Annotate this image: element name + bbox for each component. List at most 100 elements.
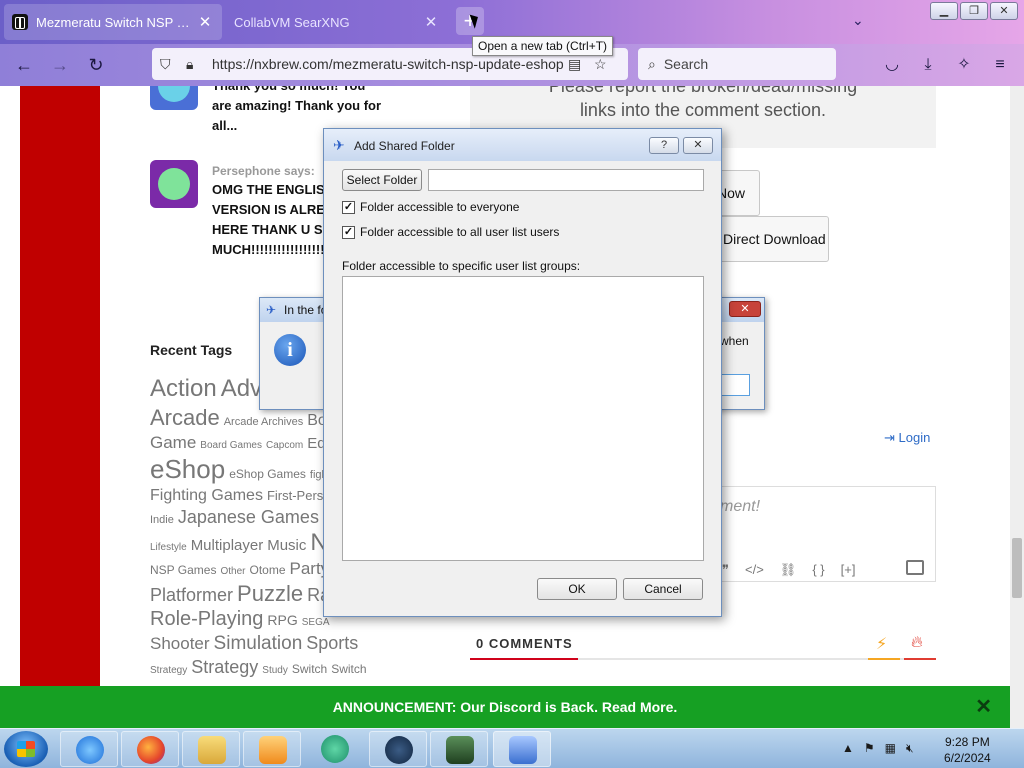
taskbar-app-file-explorer[interactable] (182, 731, 240, 767)
network-icon[interactable]: ▦ (885, 741, 896, 756)
lightning-icon[interactable]: ⚡︎ (876, 634, 887, 654)
pocket-icon[interactable]: ◡ (880, 53, 904, 77)
tag-link[interactable]: Arcade Archives (224, 416, 303, 428)
tag-link[interactable]: Puzzle (237, 581, 303, 606)
announcement-text[interactable]: ANNOUNCEMENT: Our Discord is Back. Read … (333, 699, 678, 715)
clock[interactable]: 9:28 PM 6/2/2024 (944, 734, 991, 766)
back-button[interactable]: ← (12, 53, 36, 77)
bookmark-star-icon[interactable]: ☆ (594, 56, 614, 73)
page-scrollbar[interactable] (1010, 86, 1024, 730)
taskbar-app-browser[interactable] (306, 731, 364, 767)
tab-inactive[interactable]: CollabVM SearXNG ✕ (226, 4, 448, 40)
close-icon[interactable]: ✕ (196, 13, 214, 31)
maximize-button[interactable]: ❐ (960, 2, 988, 20)
tag-link[interactable]: Role-Playing (150, 608, 263, 630)
image-icon[interactable] (906, 560, 924, 575)
shield-icon[interactable]: ⛉ (160, 56, 180, 73)
taskbar-app-firefox[interactable] (121, 731, 179, 767)
tag-link[interactable]: Game (150, 433, 196, 452)
checkbox-check-icon[interactable]: ✓ (342, 225, 355, 239)
close-icon[interactable]: ✕ (422, 13, 440, 31)
forward-button[interactable]: → (48, 53, 72, 77)
tag-link[interactable]: Action (150, 375, 217, 402)
tag-link[interactable]: Strategy (150, 665, 187, 676)
cancel-button[interactable]: Cancel (623, 578, 703, 600)
tag-link[interactable]: Switch (292, 662, 327, 676)
tag-link[interactable]: SEGA (302, 617, 330, 628)
folder-path-input[interactable] (428, 169, 704, 191)
tag-link[interactable]: Strategy (191, 657, 258, 677)
login-label: Login (898, 430, 931, 445)
taskbar: ▲ ⚑ ▦ 🔇︎ 9:28 PM 6/2/2024 (0, 728, 1024, 768)
groups-listbox[interactable] (342, 276, 704, 561)
divider-accent (904, 658, 936, 660)
tag-link[interactable]: Arcade (150, 405, 220, 430)
checkbox-all-users-label: Folder accessible to all user list users (360, 225, 560, 239)
tag-link[interactable]: Simulation (214, 633, 303, 654)
close-icon[interactable]: ✕ (975, 686, 992, 728)
code-icon[interactable]: </> (745, 562, 764, 578)
url-text[interactable]: https://nxbrew.com/mezmeratu-switch-nsp-… (212, 56, 568, 72)
download-icon[interactable]: ⤓ (916, 53, 940, 77)
taskbar-app-steam[interactable] (369, 731, 427, 767)
comment-author[interactable]: Persephone says: (212, 164, 315, 178)
tag-link[interactable]: Platformer (150, 585, 233, 605)
minimize-button[interactable]: ▁ (930, 2, 958, 20)
start-button[interactable] (4, 731, 48, 767)
tag-link[interactable]: Otome (249, 563, 285, 577)
tag-link[interactable]: Multiplayer (191, 537, 264, 554)
tag-link[interactable]: Capcom (266, 440, 303, 451)
firefox-icon (137, 736, 165, 764)
reader-view-icon[interactable]: ▤ (568, 56, 588, 73)
close-window-button[interactable]: ✕ (990, 2, 1018, 20)
search-input[interactable]: ⌕ Search (638, 48, 836, 80)
tag-link[interactable]: Board Games (200, 440, 262, 451)
tag-link[interactable]: Switch (331, 662, 366, 676)
taskbar-app-shared-folder[interactable] (493, 731, 551, 767)
chevron-up-icon[interactable]: ▲ (842, 741, 854, 756)
tag-link[interactable]: Fighting Games (150, 487, 263, 504)
tag-link[interactable]: eShop Games (229, 467, 306, 481)
tag-link[interactable]: Japanese Games (178, 507, 319, 527)
tag-link[interactable]: eShop (150, 454, 225, 484)
taskbar-app-internet-explorer[interactable] (60, 731, 118, 767)
checkbox-check-icon[interactable]: ✓ (342, 200, 355, 214)
volume-muted-icon[interactable]: 🔇︎ (906, 741, 914, 756)
tag-link[interactable]: Music (267, 537, 306, 554)
extensions-icon[interactable]: ✧ (952, 53, 976, 77)
taskbar-app-system-monitor[interactable] (430, 731, 488, 767)
quote-icon[interactable]: ❞ (722, 562, 729, 578)
link-icon[interactable]: ⛓ (780, 562, 797, 578)
checkbox-all-users[interactable]: ✓ Folder accessible to all user list use… (342, 225, 559, 239)
select-folder-button[interactable]: Select Folder (342, 169, 422, 191)
scrollbar-thumb[interactable] (1012, 538, 1022, 598)
tag-link[interactable]: Indie (150, 514, 174, 526)
tag-link[interactable]: RPG (267, 612, 297, 628)
help-button[interactable]: ? (649, 137, 679, 154)
tag-link[interactable]: NSP Games (150, 563, 216, 577)
new-tab-button[interactable]: + (456, 7, 484, 35)
chevron-down-icon[interactable]: ⌄ (852, 12, 864, 29)
lock-icon[interactable]: 🔒︎ (186, 56, 206, 73)
announcement-bar[interactable]: ANNOUNCEMENT: Our Discord is Back. Read … (0, 686, 1010, 728)
tag-link[interactable]: Study (262, 665, 288, 676)
flag-icon[interactable]: ⚑ (864, 741, 875, 756)
tag-link[interactable]: Shooter (150, 634, 210, 653)
checkbox-everyone[interactable]: ✓ Folder accessible to everyone (342, 200, 519, 214)
close-button[interactable]: ✕ (729, 301, 761, 317)
close-button[interactable]: ✕ (683, 137, 713, 154)
reload-button[interactable]: ↻ (84, 53, 108, 77)
tag-link[interactable]: Lifestyle (150, 542, 187, 553)
flame-icon[interactable]: 🔥︎ (911, 634, 923, 652)
tab-active[interactable]: Mezmeratu Switch NSP + Update ✕ (4, 4, 222, 40)
spoiler-icon[interactable]: [+] (841, 562, 856, 578)
braces-icon[interactable]: { } (812, 562, 824, 578)
menu-icon[interactable]: ≡ (988, 53, 1012, 77)
tag-link[interactable]: Adv (221, 375, 262, 402)
login-link[interactable]: ⇥ Login (884, 430, 930, 446)
avatar-face-icon (158, 86, 190, 102)
ok-button[interactable]: OK (537, 578, 617, 600)
taskbar-app-media-player[interactable] (243, 731, 301, 767)
tag-link[interactable]: Sports (306, 633, 358, 653)
tag-link[interactable]: Other (220, 566, 245, 577)
